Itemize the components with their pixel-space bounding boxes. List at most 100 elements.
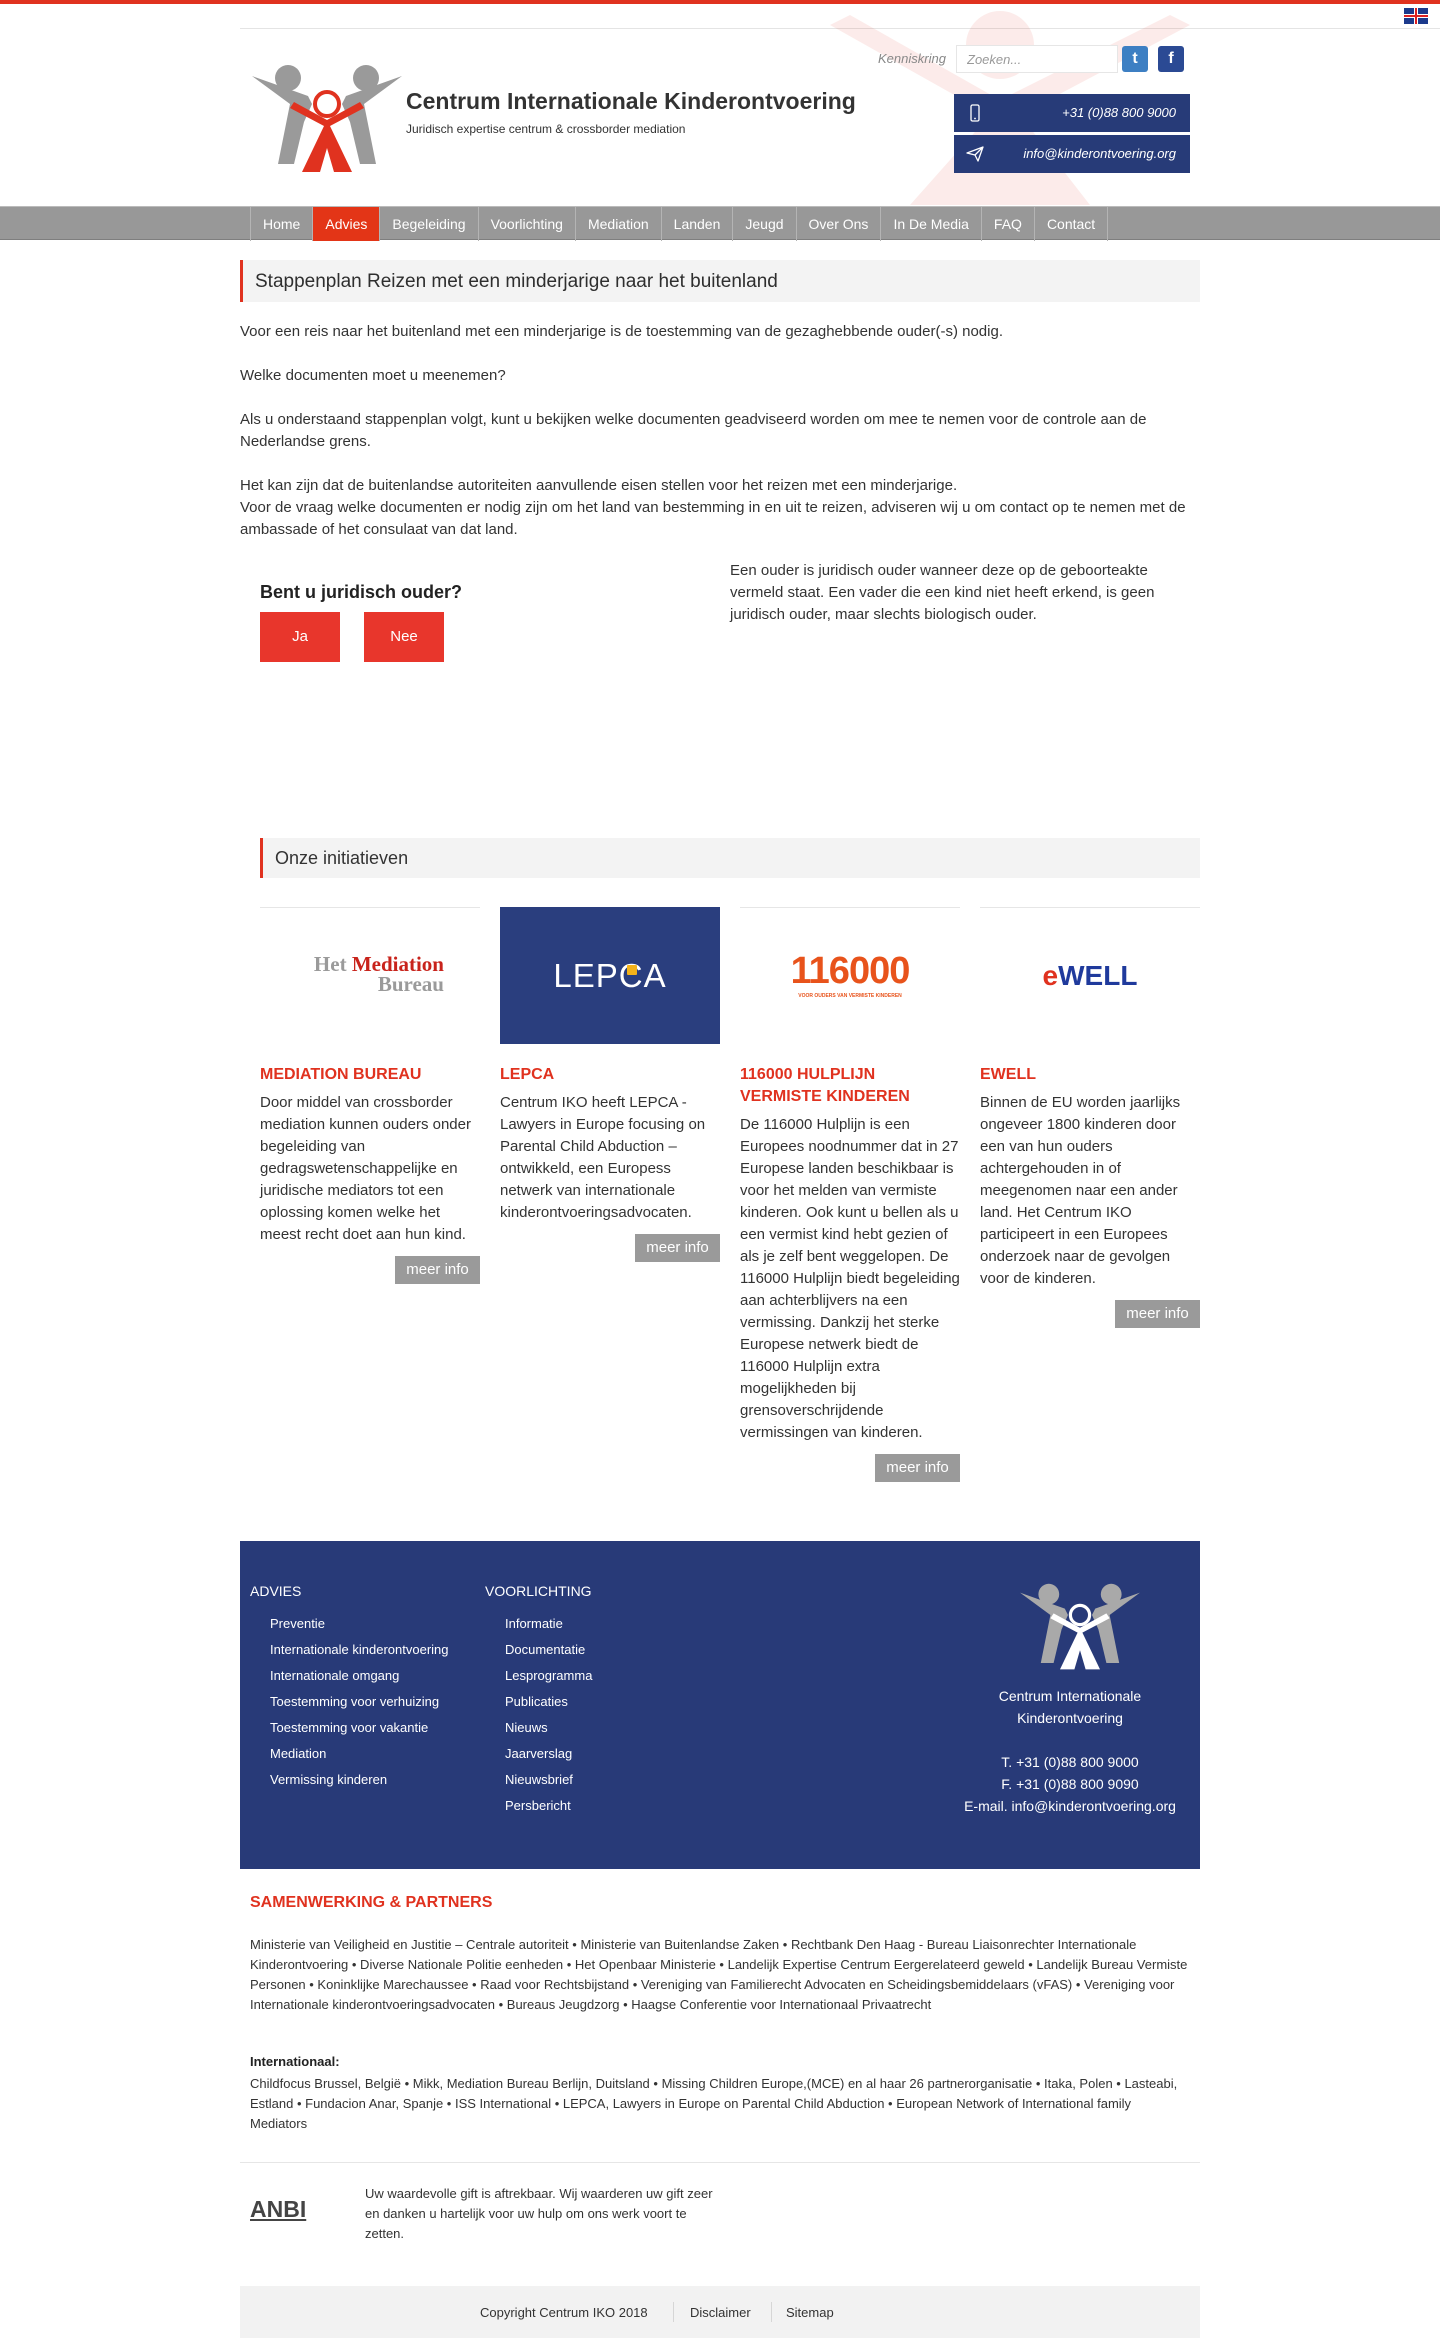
initiative-card-lepca: LEPCA LEPCA Centrum IKO heeft LEPCA - La… (500, 907, 720, 1262)
footer-link[interactable]: Internationale omgang (270, 1663, 449, 1689)
site-footer: Advies Preventie Internationale kinderon… (240, 1541, 1200, 1869)
nav-item-advies[interactable]: Advies (312, 207, 380, 241)
card-title[interactable]: Mediation Bureau (260, 1064, 480, 1086)
divider (240, 2162, 1200, 2163)
card-text: Door middel van crossborder mediation ku… (260, 1094, 471, 1243)
footer-link[interactable]: Persbericht (505, 1793, 592, 1819)
divider (673, 2302, 674, 2322)
documents-question: Welke documenten moet u meenemen? (240, 367, 506, 384)
partners-international-list: Childfocus Brussel, België • Mikk, Media… (250, 2076, 1178, 2131)
nav-item-in-de-media[interactable]: In De Media (880, 207, 980, 241)
initiatives-title: Onze initiatieven (275, 848, 409, 868)
page-title-box: Stappenplan Reizen met een minderjarige … (240, 260, 1200, 302)
initiative-card-mediation-bureau: Het Mediation Bureau Mediation Bureau Do… (260, 907, 480, 1284)
mediation-bureau-logo[interactable]: Het Mediation Bureau (260, 907, 480, 1044)
initiative-card-ewell: eWELL Ewell Binnen de EU worden jaarlijk… (980, 907, 1200, 1328)
footer-link[interactable]: Jaarverslag (505, 1741, 592, 1767)
facebook-icon[interactable]: f (1158, 46, 1184, 72)
footer-link[interactable]: Vermissing kinderen (270, 1767, 449, 1793)
card-text: De 116000 Hulplijn is een Europees noodn… (740, 1116, 960, 1441)
nav-item-over-ons[interactable]: Over Ons (795, 207, 881, 241)
footer-link[interactable]: Informatie (505, 1611, 592, 1637)
footer-fax: F. +31 (0)88 800 9090 (1001, 1776, 1139, 1792)
lepca-accent-mark (627, 965, 637, 975)
116000-logo[interactable]: 116000 VOOR OUDERS VAN VERMISTE KINDEREN (740, 907, 960, 1044)
send-icon (966, 146, 984, 162)
site-title[interactable]: Centrum Internationale Kinderontvoering (406, 88, 856, 115)
copyright-text: Copyright Centrum IKO 2018 (480, 2305, 648, 2320)
english-flag-icon[interactable] (1404, 8, 1428, 24)
email-address: info@kinderontvoering.org (1023, 146, 1176, 161)
nav-item-voorlichting[interactable]: Voorlichting (477, 207, 575, 241)
nav-item-begeleiding[interactable]: Begeleiding (379, 207, 477, 241)
card-text: Binnen de EU worden jaarlijks ongeveer 1… (980, 1094, 1181, 1287)
stappenplan-paragraph: Als u onderstaand stappenplan volgt, kun… (240, 411, 1147, 450)
footer-column-title[interactable]: Voorlichting (485, 1583, 592, 1599)
logo-word-bureau: Bureau (377, 972, 444, 996)
nav-item-mediation[interactable]: Mediation (574, 207, 661, 241)
ewell-logo[interactable]: eWELL (980, 907, 1200, 1044)
divider (771, 2302, 772, 2322)
no-button[interactable]: Nee (364, 612, 444, 662)
nav-item-jeugd[interactable]: Jeugd (732, 207, 795, 241)
twitter-icon[interactable]: t (1122, 46, 1148, 72)
meer-info-button[interactable]: meer info (395, 1256, 480, 1284)
initiatives-header: Onze initiatieven (260, 838, 1200, 878)
disclaimer-link[interactable]: Disclaimer (690, 2305, 751, 2320)
footer-logo (1020, 1583, 1140, 1670)
meer-info-button[interactable]: meer info (635, 1234, 720, 1262)
footer-contact: T. +31 (0)88 800 9000 F. +31 (0)88 800 9… (930, 1751, 1210, 1817)
card-title[interactable]: Ewell (980, 1064, 1200, 1086)
partners-title: SAMENWERKING & PARTNERS (250, 1894, 493, 1911)
yes-button[interactable]: Ja (260, 612, 340, 662)
116000-logo-number: 116000 (790, 950, 911, 992)
footer-name-line-1: Centrum Internationale (998, 1688, 1142, 1704)
initiative-card-116000: 116000 VOOR OUDERS VAN VERMISTE KINDEREN… (740, 907, 960, 1482)
footer-link[interactable]: Preventie (270, 1611, 449, 1637)
nav-item-contact[interactable]: Contact (1033, 207, 1109, 241)
footer-link[interactable]: Mediation (270, 1741, 449, 1767)
phone-icon (970, 104, 980, 122)
footer-link[interactable]: Lesprogramma (505, 1663, 592, 1689)
footer-name-line-2: Kinderontvoering (1017, 1710, 1123, 1726)
footer-phone: T. +31 (0)88 800 9000 (1001, 1754, 1139, 1770)
anbi-logo[interactable]: ANBI (250, 2196, 306, 2223)
footer-link[interactable]: Nieuwsbrief (505, 1767, 592, 1793)
logo-word-het: Het (313, 952, 352, 976)
phone-number: +31 (0)88 800 9000 (1062, 105, 1176, 120)
nav-item-landen[interactable]: Landen (660, 207, 733, 241)
footer-organisation-name: Centrum Internationale Kinderontvoering (940, 1685, 1200, 1729)
embassy-paragraph: Voor de vraag welke documenten er nodig … (240, 499, 1186, 538)
partners-national-list: Ministerie van Veiligheid en Justitie – … (250, 1937, 1188, 2012)
lepca-logo[interactable]: LEPCA (500, 907, 720, 1044)
site-logo[interactable] (250, 64, 404, 174)
sitemap-link[interactable]: Sitemap (786, 2305, 834, 2320)
footer-link[interactable]: Toestemming voor verhuizing (270, 1689, 449, 1715)
footer-link[interactable]: Nieuws (505, 1715, 592, 1741)
search-input[interactable] (956, 45, 1118, 73)
card-text: Centrum IKO heeft LEPCA - Lawyers in Eur… (500, 1094, 706, 1221)
nav-item-home[interactable]: Home (250, 207, 312, 241)
authorities-paragraph: Het kan zijn dat de buitenlandse autorit… (240, 477, 958, 494)
footer-link[interactable]: Documentatie (505, 1637, 592, 1663)
nav-item-faq[interactable]: FAQ (980, 207, 1034, 241)
ewell-logo-well: WELL (1058, 960, 1138, 991)
footer-link[interactable]: Internationale kinderontvoering (270, 1637, 449, 1663)
meer-info-button[interactable]: meer info (1115, 1300, 1200, 1328)
kenniskring-link[interactable]: Kenniskring (878, 51, 946, 66)
page-title: Stappenplan Reizen met een minderjarige … (255, 271, 778, 292)
meer-info-button[interactable]: meer info (875, 1454, 960, 1482)
top-accent-bar (0, 0, 1440, 4)
footer-column-advies: Advies Preventie Internationale kinderon… (250, 1583, 449, 1793)
footer-column-title[interactable]: Advies (250, 1583, 449, 1599)
footer-column-voorlichting: Voorlichting Informatie Documentatie Les… (485, 1583, 592, 1819)
phone-button[interactable]: +31 (0)88 800 9000 (954, 94, 1190, 132)
email-button[interactable]: info@kinderontvoering.org (954, 135, 1190, 173)
card-title[interactable]: LEPCA (500, 1064, 720, 1086)
ewell-logo-e: e (1042, 960, 1059, 991)
footer-link[interactable]: Publicaties (505, 1689, 592, 1715)
copyright-bar: Copyright Centrum IKO 2018 Disclaimer Si… (240, 2286, 1200, 2338)
footer-email[interactable]: E-mail. info@kinderontvoering.org (930, 1795, 1210, 1817)
card-title[interactable]: 116000 Hulplijn vermiste kinderen (740, 1064, 960, 1108)
footer-link[interactable]: Toestemming voor vakantie (270, 1715, 449, 1741)
